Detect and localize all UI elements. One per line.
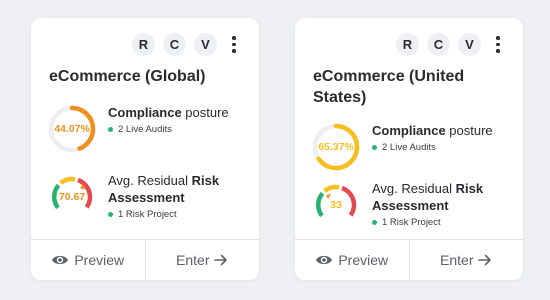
card-title: eCommerce (Global) [49,68,206,85]
compliance-value: 65.37% [318,141,354,153]
enter-button[interactable]: Enter [408,240,524,280]
card-badges: R C V [396,33,505,56]
compliance-metric: 65.37% Compliance posture 2 Live Audits [311,122,511,174]
compliance-gauge: 44.07% [47,104,97,154]
compliance-label: Compliance posture [108,105,229,120]
card-title: eCommerce (United States) [313,68,465,106]
risk-gauge: 33 [311,180,361,230]
dashboard-card: R C V eCommerce (United States) 65.37% C… [295,18,523,280]
card-footer: Preview Enter [295,239,523,280]
risk-metric: 33 Avg. Residual Risk Assessment 1 Risk P… [311,180,511,232]
card-footer: Preview Enter [31,239,259,280]
risk-label: Avg. Residual Risk Assessment [108,173,220,205]
role-badge-c[interactable]: C [427,33,450,56]
compliance-metric: 44.07% Compliance posture 2 Live Audits [47,104,247,156]
risk-label: Avg. Residual Risk Assessment [372,181,484,213]
status-dot [372,220,377,225]
compliance-gauge: 65.37% [311,122,361,172]
card-badges: R C V [132,33,241,56]
role-badge-v[interactable]: V [194,33,217,56]
enter-button[interactable]: Enter [144,240,260,280]
compliance-value: 44.07% [54,123,90,135]
eye-icon [316,255,333,265]
live-audits-count: 2 Live Audits [108,124,253,135]
live-audits-count: 2 Live Audits [372,142,517,153]
risk-projects-count: 1 Risk Project [372,217,517,228]
status-dot [108,127,113,132]
status-dot [372,145,377,150]
kebab-menu-icon[interactable] [491,33,505,56]
risk-value: 70.67 [58,191,86,203]
arrow-right-icon [214,254,228,266]
compliance-label: Compliance posture [372,123,493,138]
eye-icon [52,255,69,265]
kebab-menu-icon[interactable] [227,33,241,56]
risk-metric: 70.67 Avg. Residual Risk Assessment 1 Ris… [47,172,247,224]
arrow-right-icon [478,254,492,266]
risk-gauge: 70.67 [47,172,97,222]
status-dot [108,212,113,217]
role-badge-v[interactable]: V [458,33,481,56]
role-badge-c[interactable]: C [163,33,186,56]
role-badge-r[interactable]: R [396,33,419,56]
preview-button[interactable]: Preview [295,240,409,280]
role-badge-r[interactable]: R [132,33,155,56]
risk-projects-count: 1 Risk Project [108,209,253,220]
preview-button[interactable]: Preview [31,240,145,280]
dashboard-card: R C V eCommerce (Global) 44.07% Complian… [31,18,259,280]
risk-value: 33 [330,199,342,211]
